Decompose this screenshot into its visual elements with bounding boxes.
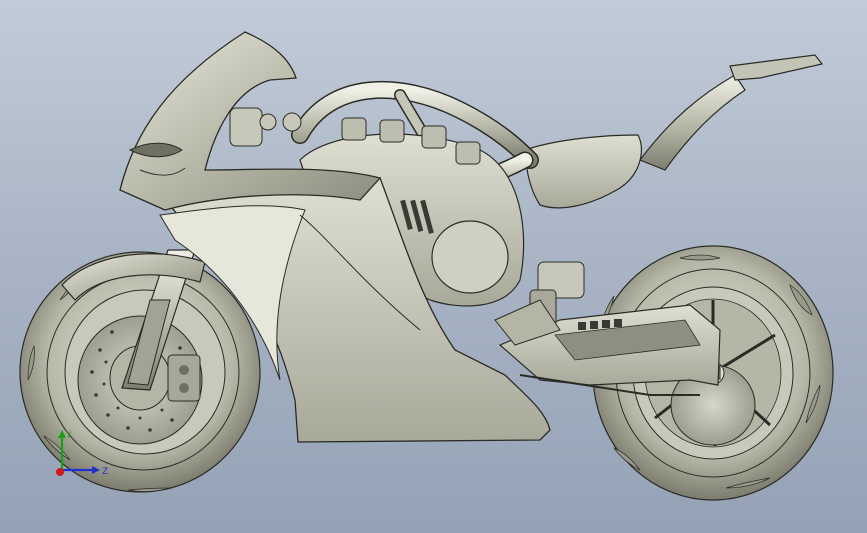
engine-side-cover bbox=[431, 220, 509, 294]
y-axis-arrow bbox=[58, 430, 66, 438]
triad-origin bbox=[56, 468, 64, 476]
triad-z-label: Z bbox=[102, 467, 108, 477]
front-caliper bbox=[167, 354, 201, 402]
x-axis-arrow bbox=[92, 466, 100, 474]
front-yokes bbox=[229, 107, 302, 147]
tail-light-housing bbox=[729, 54, 824, 81]
rear-subframe[interactable] bbox=[639, 54, 824, 171]
seat[interactable] bbox=[524, 134, 642, 209]
motorcycle-model[interactable] bbox=[0, 0, 867, 533]
coordinate-triad-icon: Y Z bbox=[56, 430, 108, 477]
triad-y-label: Y bbox=[65, 431, 72, 441]
graphics-viewport[interactable]: Y Z bbox=[0, 0, 867, 533]
